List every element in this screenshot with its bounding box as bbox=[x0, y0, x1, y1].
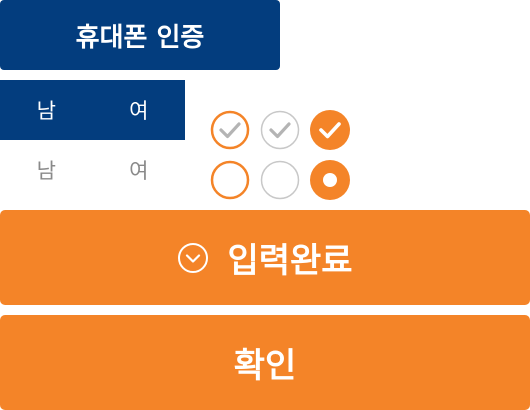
radio-outlined-gray[interactable] bbox=[260, 160, 300, 200]
checkbox-outlined-gray[interactable] bbox=[260, 110, 300, 150]
gender-female-option[interactable]: 여 bbox=[93, 140, 186, 200]
phone-auth-button[interactable]: 휴대폰 인증 bbox=[0, 0, 280, 70]
gender-toggle-default: 남 여 bbox=[0, 140, 185, 200]
radio-icon bbox=[260, 160, 300, 200]
gender-toggle-selected: 남 여 bbox=[0, 80, 185, 140]
check-icon bbox=[260, 110, 300, 150]
radio-filled-orange[interactable] bbox=[310, 160, 350, 200]
gender-female-option[interactable]: 여 bbox=[93, 80, 186, 140]
gender-male-option[interactable]: 남 bbox=[0, 80, 93, 140]
check-icon bbox=[310, 110, 350, 150]
confirm-label: 확인 bbox=[233, 346, 297, 386]
radio-outlined-orange[interactable] bbox=[210, 160, 250, 200]
chevron-down-circle-icon bbox=[177, 242, 209, 274]
checkbox-outlined-orange[interactable] bbox=[210, 110, 250, 150]
input-complete-button[interactable]: 입력완료 bbox=[0, 210, 530, 305]
phone-auth-label: 휴대폰 인증 bbox=[75, 22, 205, 53]
confirm-button[interactable]: 확인 bbox=[0, 315, 530, 410]
gender-male-option[interactable]: 남 bbox=[0, 140, 93, 200]
check-icon bbox=[210, 110, 250, 150]
radio-icon bbox=[210, 160, 250, 200]
checkbox-filled-orange[interactable] bbox=[310, 110, 350, 150]
radio-icon bbox=[310, 160, 350, 200]
input-complete-label: 입력완료 bbox=[227, 241, 353, 281]
